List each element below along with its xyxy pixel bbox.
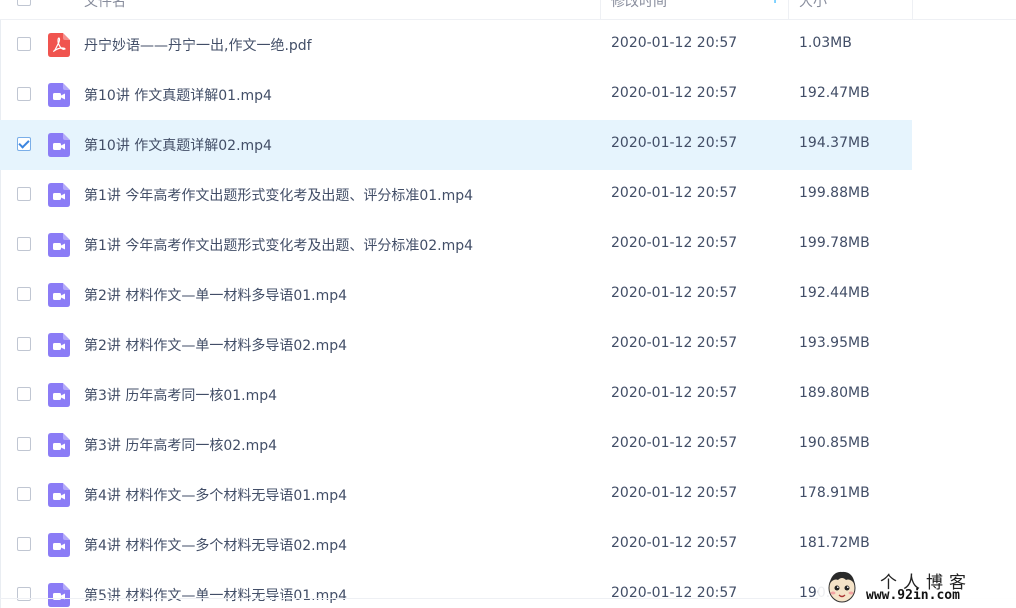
- file-row[interactable]: 第4讲 材料作文—多个材料无导语02.mp4 2020-01-12 20:57 18…: [0, 520, 912, 570]
- file-size: 193.95MB: [799, 335, 870, 351]
- file-row[interactable]: 第2讲 材料作文—单一材料多导语01.mp4 2020-01-12 20:57 19…: [0, 270, 912, 320]
- select-all-checkbox[interactable]: [17, 0, 31, 6]
- file-row[interactable]: 第10讲 作文真题详解01.mp4 2020-01-12 20:57 192.47M…: [0, 70, 912, 120]
- pdf-file-icon: [48, 33, 70, 57]
- video-file-icon: [48, 333, 70, 357]
- file-size: 190.85MB: [799, 435, 870, 451]
- row-checkbox[interactable]: [17, 237, 31, 251]
- file-modified-time: 2020-01-12 20:57: [611, 535, 738, 551]
- file-name[interactable]: 第3讲 历年高考同一核01.mp4: [84, 385, 277, 405]
- file-name[interactable]: 丹宁妙语——丹宁一出,作文一绝.pdf: [84, 35, 312, 55]
- file-modified-time: 2020-01-12 20:57: [611, 35, 738, 51]
- row-checkbox[interactable]: [17, 487, 31, 501]
- row-checkbox[interactable]: [17, 537, 31, 551]
- row-checkbox[interactable]: [17, 437, 31, 451]
- file-row[interactable]: 第5讲 材料作文—单一材料无导语01.mp4 2020-01-12 20:57 19…: [0, 570, 912, 608]
- row-checkbox[interactable]: [17, 337, 31, 351]
- file-name[interactable]: 第2讲 材料作文—单一材料多导语02.mp4: [84, 335, 347, 355]
- file-modified-time: 2020-01-12 20:57: [611, 285, 738, 301]
- file-size: 199.88MB: [799, 185, 870, 201]
- file-size: 181.72MB: [799, 535, 870, 551]
- file-name[interactable]: 第1讲 今年高考作文出题形式变化考及出题、评分标准02.mp4: [84, 235, 473, 255]
- file-modified-time: 2020-01-12 20:57: [611, 185, 738, 201]
- file-row[interactable]: 第2讲 材料作文—单一材料多导语02.mp4 2020-01-12 20:57 19…: [0, 320, 912, 370]
- row-checkbox[interactable]: [17, 87, 31, 101]
- column-divider[interactable]: [788, 0, 789, 19]
- file-name[interactable]: 第1讲 今年高考作文出题形式变化考及出题、评分标准01.mp4: [84, 185, 473, 205]
- file-row[interactable]: 第3讲 历年高考同一核01.mp4 2020-01-12 20:57 189.80M…: [0, 370, 912, 420]
- checkmark-icon: [18, 137, 30, 149]
- file-modified-time: 2020-01-12 20:57: [611, 485, 738, 501]
- file-name[interactable]: 第4讲 材料作文—多个材料无导语01.mp4: [84, 485, 347, 505]
- video-file-icon: [48, 283, 70, 307]
- file-size: 1.03MB: [799, 35, 852, 51]
- sort-ascending-icon[interactable]: ↑: [770, 0, 780, 6]
- file-row[interactable]: 第4讲 材料作文—多个材料无导语01.mp4 2020-01-12 20:57 17…: [0, 470, 912, 520]
- file-modified-time: 2020-01-12 20:57: [611, 335, 738, 351]
- column-header-size[interactable]: 大小: [799, 0, 827, 11]
- file-row[interactable]: 丹宁妙语——丹宁一出,作文一绝.pdf 2020-01-12 20:57 1.03M…: [0, 20, 912, 70]
- file-size: 189.80MB: [799, 385, 870, 401]
- file-size: 178.91MB: [799, 485, 870, 501]
- video-file-icon: [48, 233, 70, 257]
- row-checkbox[interactable]: [17, 37, 31, 51]
- video-file-icon: [48, 383, 70, 407]
- file-modified-time: 2020-01-12 20:57: [611, 85, 738, 101]
- video-file-icon: [48, 483, 70, 507]
- blog-watermark: 个人博客 www.92in.com: [818, 566, 1016, 608]
- row-checkbox[interactable]: [17, 137, 31, 151]
- video-file-icon: [48, 183, 70, 207]
- file-list-page: 文件名 修改时间 ↑ 大小 丹宁妙语——丹宁一出,作文一绝.pdf 2020-01…: [0, 0, 1016, 608]
- video-file-icon: [48, 533, 70, 557]
- watermark-url: www.92in.com: [866, 588, 960, 603]
- file-size: 192.44MB: [799, 285, 870, 301]
- column-header-time[interactable]: 修改时间: [611, 0, 667, 11]
- file-name[interactable]: 第4讲 材料作文—多个材料无导语02.mp4: [84, 535, 347, 555]
- file-row[interactable]: 第10讲 作文真题详解02.mp4 2020-01-12 20:57 194.37M…: [0, 120, 912, 170]
- file-modified-time: 2020-01-12 20:57: [611, 135, 738, 151]
- column-header-name[interactable]: 文件名: [84, 0, 126, 11]
- video-file-icon: [48, 83, 70, 107]
- file-row[interactable]: 第3讲 历年高考同一核02.mp4 2020-01-12 20:57 190.85M…: [0, 420, 912, 470]
- file-row[interactable]: 第1讲 今年高考作文出题形式变化考及出题、评分标准01.mp4 2020-01-1…: [0, 170, 912, 220]
- column-divider[interactable]: [600, 0, 601, 19]
- row-checkbox[interactable]: [17, 387, 31, 401]
- file-size: 199.78MB: [799, 235, 870, 251]
- file-modified-time: 2020-01-12 20:57: [611, 435, 738, 451]
- row-checkbox[interactable]: [17, 287, 31, 301]
- file-list-header: 文件名 修改时间 ↑ 大小: [0, 0, 1016, 20]
- file-modified-time: 2020-01-12 20:57: [611, 385, 738, 401]
- video-file-icon: [48, 133, 70, 157]
- file-name[interactable]: 第5讲 材料作文—单一材料无导语01.mp4: [84, 585, 347, 605]
- file-name[interactable]: 第10讲 作文真题详解01.mp4: [84, 85, 272, 105]
- video-file-icon: [48, 433, 70, 457]
- file-size: 194.37MB: [799, 135, 870, 151]
- column-divider[interactable]: [912, 0, 913, 19]
- video-file-icon: [48, 583, 70, 607]
- file-list: 丹宁妙语——丹宁一出,作文一绝.pdf 2020-01-12 20:57 1.03M…: [0, 20, 912, 608]
- row-checkbox[interactable]: [17, 187, 31, 201]
- file-name[interactable]: 第10讲 作文真题详解02.mp4: [84, 135, 272, 155]
- file-modified-time: 2020-01-12 20:57: [611, 235, 738, 251]
- file-name[interactable]: 第2讲 材料作文—单一材料多导语01.mp4: [84, 285, 347, 305]
- cartoon-avatar-icon: [828, 571, 856, 603]
- file-size: 192.47MB: [799, 85, 870, 101]
- file-name[interactable]: 第3讲 历年高考同一核02.mp4: [84, 435, 277, 455]
- file-row[interactable]: 第1讲 今年高考作文出题形式变化考及出题、评分标准02.mp4 2020-01-1…: [0, 220, 912, 270]
